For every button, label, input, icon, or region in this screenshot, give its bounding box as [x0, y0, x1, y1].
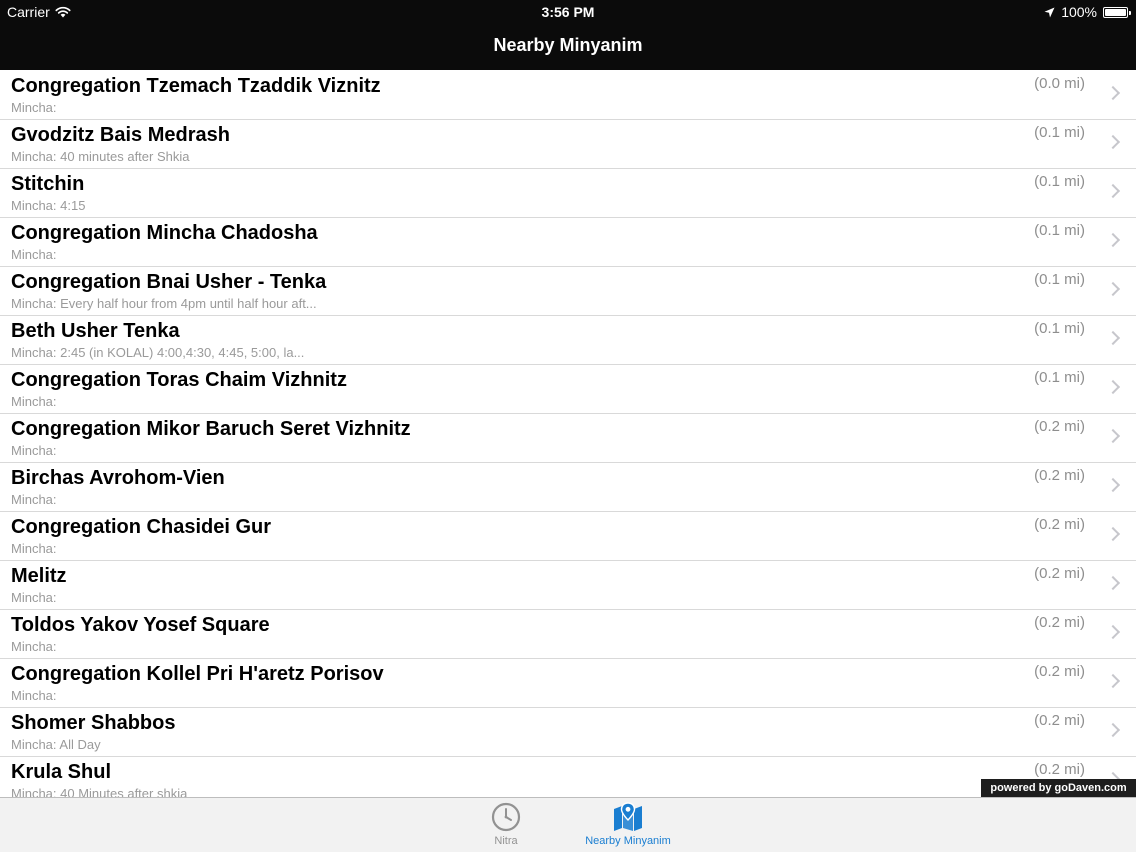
list-item[interactable]: Toldos Yakov Yosef Square Mincha: (0.2 mi): [0, 610, 1136, 659]
minyan-mincha-time: Mincha:: [11, 394, 57, 409]
minyan-name: Congregation Mincha Chadosha: [11, 222, 318, 244]
minyan-mincha-time: Mincha:: [11, 639, 57, 654]
list-item[interactable]: Congregation Mincha Chadosha Mincha: (0.1 …: [0, 218, 1136, 267]
minyan-mincha-time: Mincha: 40 minutes after Shkia: [11, 149, 190, 164]
list-item[interactable]: Congregation Toras Chaim Vizhnitz Mincha:…: [0, 365, 1136, 414]
chevron-right-icon: [1105, 134, 1121, 150]
status-time: 3:56 PM: [541, 4, 595, 20]
tab-nearby-minyanim[interactable]: Nearby Minyanim: [573, 801, 683, 847]
chevron-right-icon: [1105, 673, 1121, 689]
minyan-mincha-time: Mincha:: [11, 443, 57, 458]
minyan-distance: (0.1 mi): [1034, 124, 1085, 141]
minyan-distance: (0.2 mi): [1034, 712, 1085, 729]
chevron-right-icon: [1105, 526, 1121, 542]
minyan-name: Toldos Yakov Yosef Square: [11, 614, 270, 636]
minyan-name: Congregation Chasidei Gur: [11, 516, 272, 538]
minyan-mincha-time: Mincha:: [11, 688, 57, 703]
minyan-mincha-time: Mincha: 2:45 (in KOLAL) 4:00,4:30, 4:45,…: [11, 345, 305, 360]
chevron-right-icon: [1105, 722, 1121, 738]
battery-level: [1105, 8, 1126, 16]
list-item[interactable]: Congregation Mikor Baruch Seret Vizhnitz…: [0, 414, 1136, 463]
chevron-right-icon: [1105, 379, 1121, 395]
minyan-mincha-time: Mincha:: [11, 541, 57, 556]
minyan-distance: (0.0 mi): [1034, 75, 1085, 92]
battery-percent: 100%: [1061, 4, 1097, 20]
powered-by-banner[interactable]: powered by goDaven.com: [981, 779, 1136, 797]
status-right-group: 100%: [1044, 4, 1131, 20]
chevron-right-icon: [1105, 477, 1121, 493]
minyan-distance: (0.2 mi): [1034, 467, 1085, 484]
list-item[interactable]: Shomer Shabbos Mincha: All Day (0.2 mi): [0, 708, 1136, 757]
chevron-right-icon: [1105, 85, 1121, 101]
minyan-list[interactable]: Congregation Tzemach Tzaddik Viznitz Minc…: [0, 71, 1136, 797]
list-item[interactable]: Birchas Avrohom-Vien Mincha: (0.2 mi): [0, 463, 1136, 512]
tab-nitra-label: Nitra: [494, 835, 518, 847]
list-item[interactable]: Congregation Kollel Pri H'aretz Porisov M…: [0, 659, 1136, 708]
minyan-mincha-time: Mincha:: [11, 492, 57, 507]
minyan-distance: (0.2 mi): [1034, 614, 1085, 631]
minyan-mincha-time: Mincha: 40 Minutes after shkia: [11, 786, 188, 797]
page-title: Nearby Minyanim: [493, 35, 643, 55]
location-arrow-icon: [1044, 7, 1055, 17]
minyan-name: Congregation Tzemach Tzaddik Viznitz: [11, 75, 381, 97]
chevron-right-icon: [1105, 232, 1121, 248]
list-item[interactable]: Stitchin Mincha: 4:15 (0.1 mi): [0, 169, 1136, 218]
clock-icon: [491, 802, 521, 832]
minyan-distance: (0.1 mi): [1034, 320, 1085, 337]
list-item[interactable]: Congregation Tzemach Tzaddik Viznitz Minc…: [0, 71, 1136, 120]
minyan-distance: (0.2 mi): [1034, 663, 1085, 680]
minyan-name: Krula Shul: [11, 761, 112, 783]
minyan-mincha-time: Mincha: Every half hour from 4pm until h…: [11, 296, 317, 311]
chevron-right-icon: [1105, 281, 1121, 297]
minyan-mincha-time: Mincha:: [11, 100, 57, 115]
minyan-name: Congregation Bnai Usher - Tenka: [11, 271, 327, 293]
tab-bar: Nitra Nearby Minyanim: [0, 797, 1136, 852]
list-item[interactable]: Gvodzitz Bais Medrash Mincha: 40 minutes …: [0, 120, 1136, 169]
minyan-distance: (0.1 mi): [1034, 173, 1085, 190]
minyan-mincha-time: Mincha:: [11, 247, 57, 262]
minyan-distance: (0.2 mi): [1034, 418, 1085, 435]
minyan-distance: (0.1 mi): [1034, 222, 1085, 239]
list-item[interactable]: Beth Usher Tenka Mincha: 2:45 (in KOLAL) …: [0, 316, 1136, 365]
map-pin-icon: [614, 802, 642, 831]
navigation-bar: Carrier 3:56 PM 100% Nearby Minyanim: [0, 0, 1136, 70]
minyan-name: Congregation Mikor Baruch Seret Vizhnitz: [11, 418, 411, 440]
chevron-right-icon: [1105, 183, 1121, 199]
minyan-name: Congregation Kollel Pri H'aretz Porisov: [11, 663, 384, 685]
list-item[interactable]: Melitz Mincha: (0.2 mi): [0, 561, 1136, 610]
chevron-right-icon: [1105, 428, 1121, 444]
tab-nearby-minyanim-label: Nearby Minyanim: [585, 835, 671, 847]
minyan-name: Beth Usher Tenka: [11, 320, 180, 342]
list-item[interactable]: Congregation Bnai Usher - Tenka Mincha: E…: [0, 267, 1136, 316]
chevron-right-icon: [1105, 330, 1121, 346]
list-item[interactable]: Congregation Chasidei Gur Mincha: (0.2 mi): [0, 512, 1136, 561]
chevron-right-icon: [1105, 575, 1121, 591]
tab-nitra[interactable]: Nitra: [451, 801, 561, 847]
minyan-mincha-time: Mincha:: [11, 590, 57, 605]
status-bar: Carrier 3:56 PM 100%: [0, 0, 1136, 24]
chevron-right-icon: [1105, 624, 1121, 640]
minyan-name: Gvodzitz Bais Medrash: [11, 124, 230, 146]
minyan-name: Stitchin: [11, 173, 85, 195]
minyan-distance: (0.2 mi): [1034, 761, 1085, 778]
minyan-name: Congregation Toras Chaim Vizhnitz: [11, 369, 347, 391]
minyan-name: Shomer Shabbos: [11, 712, 176, 734]
minyan-name: Birchas Avrohom-Vien: [11, 467, 225, 489]
battery-icon: [1103, 6, 1131, 18]
minyan-mincha-time: Mincha: All Day: [11, 737, 101, 752]
minyan-distance: (0.1 mi): [1034, 271, 1085, 288]
minyan-distance: (0.2 mi): [1034, 565, 1085, 582]
minyan-distance: (0.1 mi): [1034, 369, 1085, 386]
minyan-name: Melitz: [11, 565, 67, 587]
minyan-mincha-time: Mincha: 4:15: [11, 198, 86, 213]
list-item[interactable]: Krula Shul Mincha: 40 Minutes after shkia…: [0, 757, 1136, 797]
minyan-distance: (0.2 mi): [1034, 516, 1085, 533]
